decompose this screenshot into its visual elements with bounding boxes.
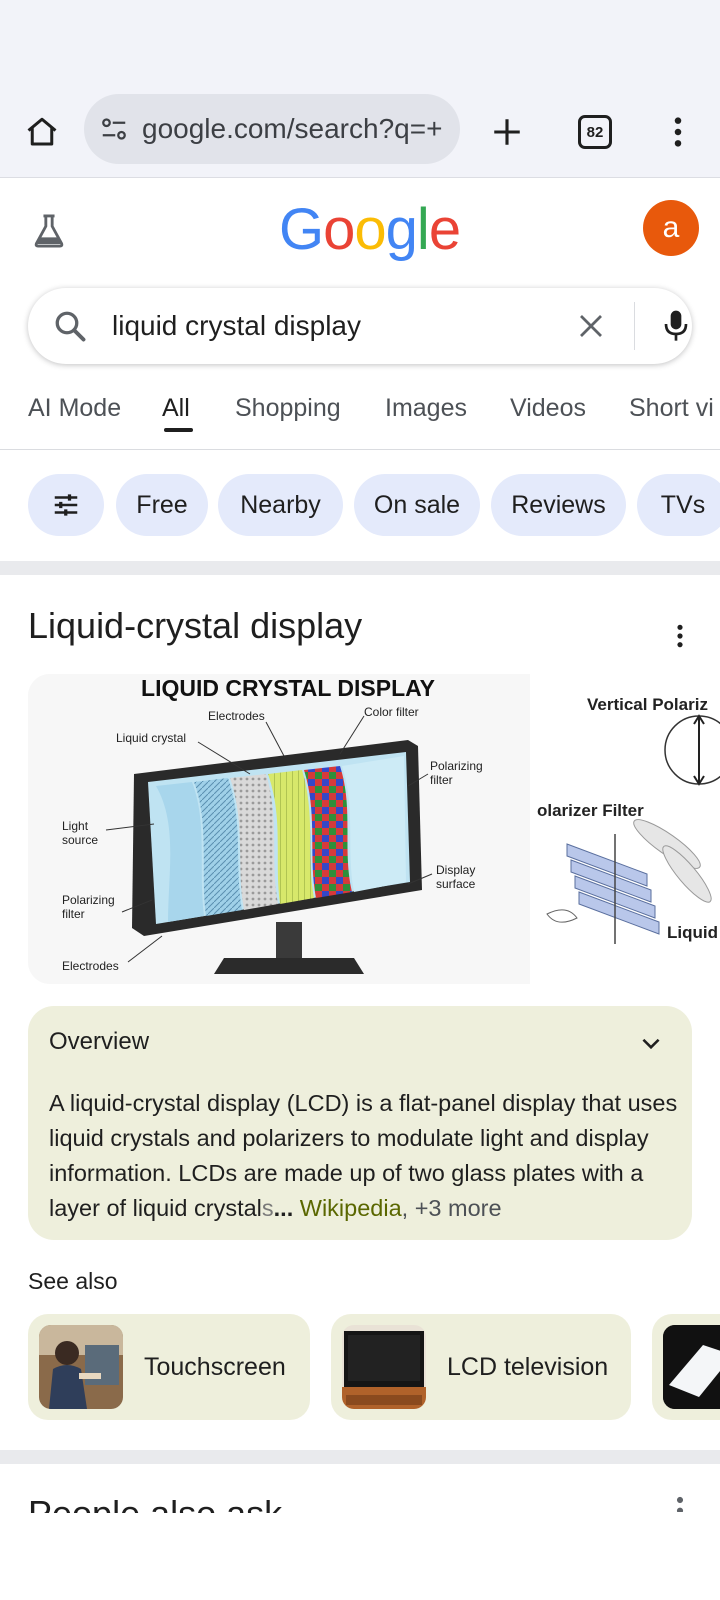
knowledge-panel-title[interactable]: Liquid-crystal display <box>28 604 362 648</box>
people-also-ask-title: People also ask <box>28 1492 282 1513</box>
see-also-card-lcd-television[interactable]: LCD television <box>331 1314 631 1420</box>
more-vert-icon <box>676 1496 684 1512</box>
tab-all[interactable]: All <box>162 392 190 424</box>
label-color-filter: Color filter <box>364 705 419 719</box>
touchscreen-thumbnail <box>39 1325 123 1409</box>
label-polarizing-left-1: Polarizing <box>62 893 115 907</box>
search-icon <box>55 311 86 342</box>
chip-nearby[interactable]: Nearby <box>218 474 343 536</box>
wikipedia-source-link[interactable]: Wikipedia <box>300 1195 402 1221</box>
google-logo-letter: o <box>323 197 355 262</box>
google-logo-letter: o <box>354 197 386 262</box>
label-polarizing-right-1: Polarizing <box>430 759 483 773</box>
chevron-down-icon <box>642 1038 660 1050</box>
filter-settings-chip[interactable] <box>28 474 104 536</box>
google-logo-letter: G <box>279 197 324 262</box>
overview-text-fade: s <box>261 1195 274 1221</box>
people-also-ask-more-button[interactable] <box>662 1496 698 1532</box>
label-polarizing-right-2: filter <box>430 773 453 787</box>
label-display-surface-2: surface <box>436 877 476 891</box>
more-vert-icon <box>677 624 683 648</box>
label-light-source-1: Light <box>62 819 89 833</box>
browser-toolbar: google.com/search?q=+ 82 <box>0 86 720 178</box>
mic-icon <box>664 310 688 341</box>
label-light-source-2: source <box>62 833 98 847</box>
tune-icon <box>54 494 78 516</box>
google-logo-letter: g <box>385 197 418 262</box>
filter-chips: Free Nearby On sale Reviews TVs <box>0 474 720 536</box>
tab-switcher-icon: 82 <box>578 115 612 149</box>
clear-search-button[interactable] <box>571 306 611 346</box>
section-divider <box>0 561 720 575</box>
overview-heading: Overview <box>49 1028 150 1055</box>
polarizer-diagram-image[interactable]: Vertical Polariz olarizer Filter Liquid <box>537 674 720 984</box>
search-tabs: AI Mode All Shopping Images Videos Short… <box>0 380 720 450</box>
close-icon <box>580 315 602 337</box>
voice-search-button[interactable] <box>654 304 698 348</box>
new-tab-button[interactable] <box>482 86 532 178</box>
backlight-thumbnail <box>663 1325 720 1409</box>
tab-short-videos[interactable]: Short vi <box>629 392 714 424</box>
tab-images[interactable]: Images <box>385 392 467 424</box>
tab-switcher-button[interactable]: 82 <box>570 86 620 178</box>
google-logo-text: Google <box>279 197 461 262</box>
overview-ellipsis: ... <box>273 1195 294 1221</box>
more-sources-link[interactable]: , +3 more <box>402 1195 502 1221</box>
overview-card[interactable]: Overview A liquid-crystal display (LCD) … <box>28 1006 692 1240</box>
see-also-label-lcd-television: LCD television <box>447 1352 609 1381</box>
chip-on-sale[interactable]: On sale <box>354 474 480 536</box>
address-bar[interactable]: google.com/search?q=+ <box>84 94 460 164</box>
google-logo-letter: e <box>428 197 461 262</box>
google-logo-letter: l <box>416 197 430 262</box>
home-button[interactable] <box>18 86 66 178</box>
knowledge-panel-more-button[interactable] <box>662 618 698 654</box>
account-avatar[interactable]: a <box>643 200 699 256</box>
label-display-surface-1: Display <box>436 863 475 877</box>
label-vertical-polarizer: Vertical Polariz <box>587 695 708 714</box>
tab-shopping[interactable]: Shopping <box>235 392 341 424</box>
see-also-label-touchscreen: Touchscreen <box>144 1352 286 1381</box>
search-divider <box>634 302 635 350</box>
search-box[interactable]: liquid crystal display <box>28 288 692 364</box>
diagram-heading: LIQUID CRYSTAL DISPLAY <box>141 675 435 701</box>
chip-tvs[interactable]: TVs <box>637 474 720 536</box>
see-also-card-touchscreen[interactable]: Touchscreen <box>28 1314 310 1420</box>
google-logo[interactable]: Google <box>279 197 461 262</box>
chip-free[interactable]: Free <box>116 474 208 536</box>
overflow-menu-button[interactable] <box>654 86 702 178</box>
overview-text: A liquid-crystal display (LCD) is a flat… <box>49 1086 679 1226</box>
label-polarizer-filter: olarizer Filter <box>537 801 644 820</box>
overflow-menu-icon <box>674 117 682 147</box>
active-tab-indicator <box>164 428 193 432</box>
plus-icon <box>494 119 520 145</box>
label-polarizing-left-2: filter <box>62 907 85 921</box>
search-input[interactable]: liquid crystal display <box>112 308 361 344</box>
label-liquid-crystal: Liquid crystal <box>116 731 186 745</box>
tab-videos[interactable]: Videos <box>510 392 586 424</box>
tab-ai-mode[interactable]: AI Mode <box>28 392 121 424</box>
flask-icon <box>34 214 64 248</box>
label-electrodes-top: Electrodes <box>208 709 265 723</box>
label-electrodes-bottom: Electrodes <box>62 959 119 973</box>
see-also-heading: See also <box>28 1268 118 1294</box>
overview-expand-button[interactable] <box>636 1028 666 1058</box>
lcd-diagram-image[interactable]: LIQUID CRYSTAL DISPLAY Electrodes Color … <box>28 674 530 984</box>
url-text[interactable]: google.com/search?q=+ <box>142 113 452 145</box>
see-also-card-partial[interactable] <box>652 1314 720 1420</box>
label-liquid: Liquid <box>667 923 718 942</box>
home-icon <box>27 117 57 146</box>
people-also-ask-section: People also ask <box>0 1480 720 1513</box>
status-bar-area <box>0 0 720 86</box>
chip-reviews[interactable]: Reviews <box>491 474 626 536</box>
search-labs-button[interactable] <box>24 206 74 256</box>
lcd-television-thumbnail <box>342 1325 426 1409</box>
site-settings-icon[interactable] <box>98 113 130 145</box>
google-header: Google a <box>0 180 720 280</box>
section-divider-2 <box>0 1450 720 1464</box>
